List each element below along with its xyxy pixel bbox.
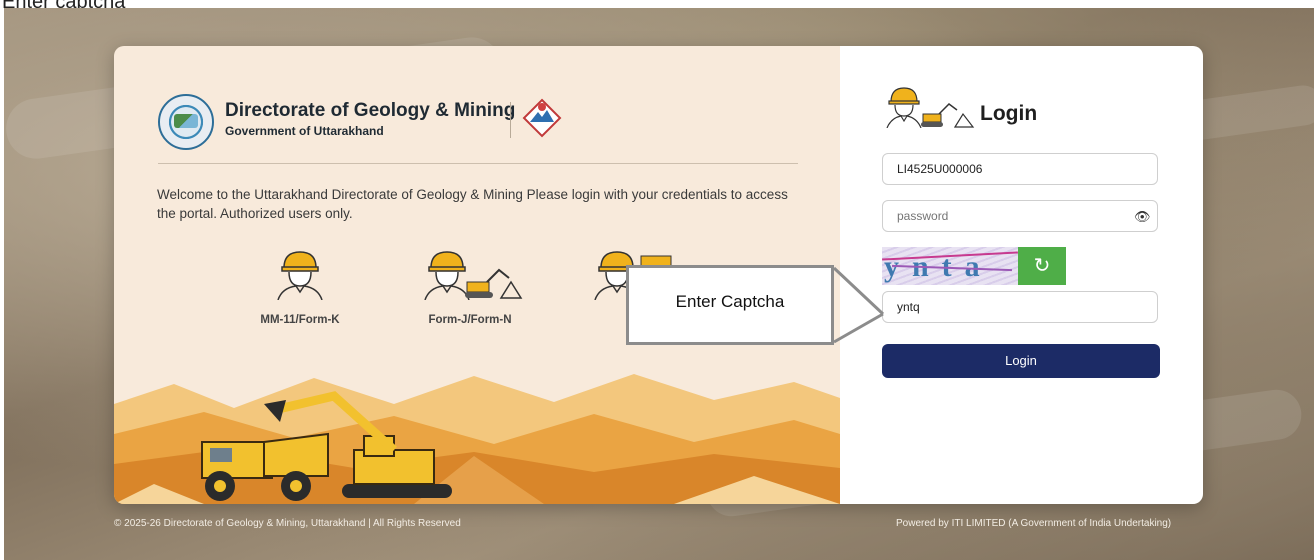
copyright-text: © 2025-26 Directorate of Geology & Minin… <box>114 518 461 529</box>
role-label: Form-J/Form-N <box>428 314 512 326</box>
miner-icon <box>277 251 323 300</box>
refresh-captcha-button[interactable]: ↻ <box>1018 247 1066 285</box>
callout-box: Enter Captcha <box>626 265 834 345</box>
powered-by-text: Powered by ITI LIMITED (A Government of … <box>896 518 1172 529</box>
captcha-input[interactable] <box>882 291 1158 323</box>
welcome-text: Welcome to the Uttarakhand Directorate o… <box>157 187 788 221</box>
login-panel: Login 👁 ynta ↻ Login <box>840 46 1203 504</box>
login-button[interactable]: Login <box>882 344 1160 378</box>
uttarakhand-govt-logo <box>522 98 562 138</box>
captcha-image: ynta <box>882 247 1018 285</box>
logo-divider <box>510 102 511 138</box>
miner-excavator-icon <box>886 87 975 128</box>
org-title: Directorate of Geology & Mining <box>225 100 516 121</box>
refresh-icon: ↻ <box>1033 255 1051 277</box>
login-title: Login <box>980 102 1038 125</box>
mining-scene-illustration <box>114 374 840 504</box>
org-subtitle: Government of Uttarakhand <box>225 124 384 138</box>
role-label: MM-11/Form-K <box>260 314 340 326</box>
role-mm11-formk[interactable]: MM-11/Form-K <box>230 248 370 326</box>
miner-excavator-icon <box>424 251 523 300</box>
username-input[interactable] <box>882 153 1158 185</box>
dgm-seal-logo <box>158 94 214 150</box>
callout-text: Enter Captcha <box>675 292 785 311</box>
password-input[interactable] <box>882 200 1158 232</box>
show-password-icon[interactable]: 👁 <box>1134 209 1151 225</box>
header-divider <box>158 163 798 164</box>
role-formj-formn[interactable]: Form-J/Form-N <box>400 248 540 326</box>
